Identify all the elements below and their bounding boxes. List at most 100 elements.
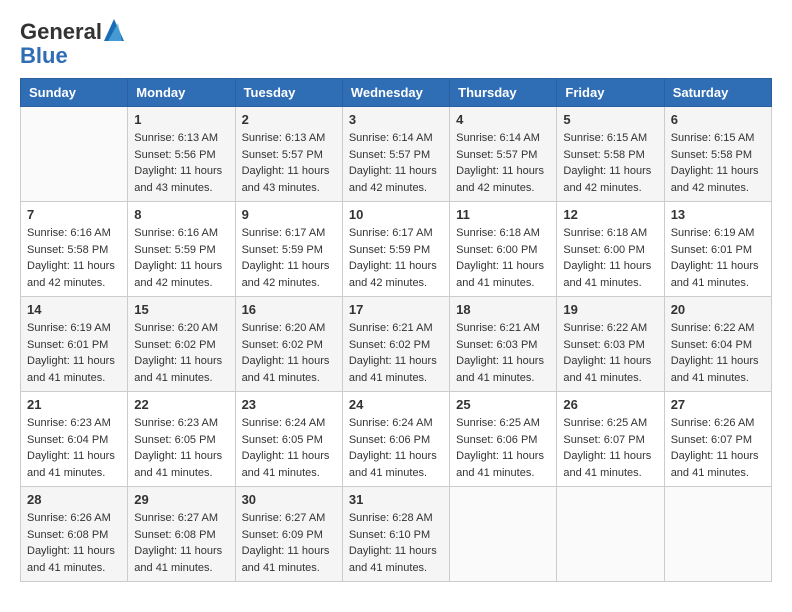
day-number: 25 bbox=[456, 397, 550, 412]
day-number: 23 bbox=[242, 397, 336, 412]
day-number: 14 bbox=[27, 302, 121, 317]
weekday-header-friday: Friday bbox=[557, 79, 664, 107]
day-info: Sunrise: 6:15 AM Sunset: 5:58 PM Dayligh… bbox=[563, 130, 657, 196]
calendar-cell: 28 Sunrise: 6:26 AM Sunset: 6:08 PM Dayli… bbox=[21, 487, 128, 582]
calendar-cell: 11 Sunrise: 6:18 AM Sunset: 6:00 PM Dayli… bbox=[450, 202, 557, 297]
day-info: Sunrise: 6:18 AM Sunset: 6:00 PM Dayligh… bbox=[456, 225, 550, 291]
page-header: General Blue bbox=[20, 20, 772, 68]
day-number: 22 bbox=[134, 397, 228, 412]
day-number: 18 bbox=[456, 302, 550, 317]
day-number: 19 bbox=[563, 302, 657, 317]
day-number: 4 bbox=[456, 112, 550, 127]
calendar-cell bbox=[557, 487, 664, 582]
day-info: Sunrise: 6:26 AM Sunset: 6:07 PM Dayligh… bbox=[671, 415, 765, 481]
day-number: 28 bbox=[27, 492, 121, 507]
week-row-4: 21 Sunrise: 6:23 AM Sunset: 6:04 PM Dayli… bbox=[21, 392, 772, 487]
calendar-cell: 26 Sunrise: 6:25 AM Sunset: 6:07 PM Dayli… bbox=[557, 392, 664, 487]
day-info: Sunrise: 6:16 AM Sunset: 5:58 PM Dayligh… bbox=[27, 225, 121, 291]
calendar-cell: 31 Sunrise: 6:28 AM Sunset: 6:10 PM Dayli… bbox=[342, 487, 449, 582]
day-number: 27 bbox=[671, 397, 765, 412]
calendar-cell: 16Sunrise: 6:20 AM Sunset: 6:02 PM Dayli… bbox=[235, 297, 342, 392]
day-number: 26 bbox=[563, 397, 657, 412]
calendar-cell: 22 Sunrise: 6:23 AM Sunset: 6:05 PM Dayli… bbox=[128, 392, 235, 487]
day-number: 3 bbox=[349, 112, 443, 127]
calendar-cell: 12Sunrise: 6:18 AM Sunset: 6:00 PM Dayli… bbox=[557, 202, 664, 297]
day-info: Sunrise: 6:22 AM Sunset: 6:03 PM Dayligh… bbox=[563, 320, 657, 386]
calendar-cell: 23 Sunrise: 6:24 AM Sunset: 6:05 PM Dayli… bbox=[235, 392, 342, 487]
day-number: 8 bbox=[134, 207, 228, 222]
calendar-cell: 14 Sunrise: 6:19 AM Sunset: 6:01 PM Dayli… bbox=[21, 297, 128, 392]
weekday-header-saturday: Saturday bbox=[664, 79, 771, 107]
calendar-cell: 30 Sunrise: 6:27 AM Sunset: 6:09 PM Dayli… bbox=[235, 487, 342, 582]
logo-blue: Blue bbox=[20, 43, 68, 68]
day-number: 9 bbox=[242, 207, 336, 222]
day-number: 30 bbox=[242, 492, 336, 507]
week-row-5: 28 Sunrise: 6:26 AM Sunset: 6:08 PM Dayli… bbox=[21, 487, 772, 582]
day-info: Sunrise: 6:20 AM Sunset: 6:02 PM Dayligh… bbox=[134, 320, 228, 386]
day-number: 20 bbox=[671, 302, 765, 317]
calendar-cell: 5 Sunrise: 6:15 AM Sunset: 5:58 PM Daylig… bbox=[557, 107, 664, 202]
calendar-cell: 2 Sunrise: 6:13 AM Sunset: 5:57 PM Daylig… bbox=[235, 107, 342, 202]
header-row: SundayMondayTuesdayWednesdayThursdayFrid… bbox=[21, 79, 772, 107]
day-info: Sunrise: 6:25 AM Sunset: 6:06 PM Dayligh… bbox=[456, 415, 550, 481]
day-info: Sunrise: 6:24 AM Sunset: 6:05 PM Dayligh… bbox=[242, 415, 336, 481]
day-info: Sunrise: 6:23 AM Sunset: 6:05 PM Dayligh… bbox=[134, 415, 228, 481]
weekday-header-monday: Monday bbox=[128, 79, 235, 107]
day-number: 15 bbox=[134, 302, 228, 317]
calendar-cell: 13Sunrise: 6:19 AM Sunset: 6:01 PM Dayli… bbox=[664, 202, 771, 297]
calendar-cell bbox=[450, 487, 557, 582]
day-info: Sunrise: 6:26 AM Sunset: 6:08 PM Dayligh… bbox=[27, 510, 121, 576]
calendar-cell: 20 Sunrise: 6:22 AM Sunset: 6:04 PM Dayli… bbox=[664, 297, 771, 392]
day-info: Sunrise: 6:14 AM Sunset: 5:57 PM Dayligh… bbox=[349, 130, 443, 196]
day-info: Sunrise: 6:19 AM Sunset: 6:01 PM Dayligh… bbox=[27, 320, 121, 386]
weekday-header-sunday: Sunday bbox=[21, 79, 128, 107]
day-number: 12 bbox=[563, 207, 657, 222]
day-info: Sunrise: 6:25 AM Sunset: 6:07 PM Dayligh… bbox=[563, 415, 657, 481]
logo: General Blue bbox=[20, 20, 124, 68]
day-info: Sunrise: 6:16 AM Sunset: 5:59 PM Dayligh… bbox=[134, 225, 228, 291]
day-info: Sunrise: 6:13 AM Sunset: 5:57 PM Dayligh… bbox=[242, 130, 336, 196]
week-row-2: 7 Sunrise: 6:16 AM Sunset: 5:58 PM Daylig… bbox=[21, 202, 772, 297]
day-info: Sunrise: 6:23 AM Sunset: 6:04 PM Dayligh… bbox=[27, 415, 121, 481]
calendar-table: SundayMondayTuesdayWednesdayThursdayFrid… bbox=[20, 78, 772, 582]
day-info: Sunrise: 6:28 AM Sunset: 6:10 PM Dayligh… bbox=[349, 510, 443, 576]
calendar-cell: 27 Sunrise: 6:26 AM Sunset: 6:07 PM Dayli… bbox=[664, 392, 771, 487]
calendar-cell: 19 Sunrise: 6:22 AM Sunset: 6:03 PM Dayli… bbox=[557, 297, 664, 392]
calendar-cell bbox=[21, 107, 128, 202]
day-info: Sunrise: 6:21 AM Sunset: 6:03 PM Dayligh… bbox=[456, 320, 550, 386]
calendar-cell bbox=[664, 487, 771, 582]
calendar-cell: 10 Sunrise: 6:17 AM Sunset: 5:59 PM Dayli… bbox=[342, 202, 449, 297]
week-row-3: 14 Sunrise: 6:19 AM Sunset: 6:01 PM Dayli… bbox=[21, 297, 772, 392]
calendar-cell: 15 Sunrise: 6:20 AM Sunset: 6:02 PM Dayli… bbox=[128, 297, 235, 392]
day-info: Sunrise: 6:17 AM Sunset: 5:59 PM Dayligh… bbox=[242, 225, 336, 291]
calendar-cell: 17Sunrise: 6:21 AM Sunset: 6:02 PM Dayli… bbox=[342, 297, 449, 392]
day-number: 31 bbox=[349, 492, 443, 507]
calendar-cell: 3 Sunrise: 6:14 AM Sunset: 5:57 PM Daylig… bbox=[342, 107, 449, 202]
day-number: 17 bbox=[349, 302, 443, 317]
logo-general: General bbox=[20, 20, 102, 44]
day-number: 21 bbox=[27, 397, 121, 412]
day-info: Sunrise: 6:14 AM Sunset: 5:57 PM Dayligh… bbox=[456, 130, 550, 196]
calendar-cell: 9 Sunrise: 6:17 AM Sunset: 5:59 PM Daylig… bbox=[235, 202, 342, 297]
day-info: Sunrise: 6:27 AM Sunset: 6:09 PM Dayligh… bbox=[242, 510, 336, 576]
day-info: Sunrise: 6:15 AM Sunset: 5:58 PM Dayligh… bbox=[671, 130, 765, 196]
day-number: 10 bbox=[349, 207, 443, 222]
day-number: 11 bbox=[456, 207, 550, 222]
weekday-header-thursday: Thursday bbox=[450, 79, 557, 107]
day-info: Sunrise: 6:13 AM Sunset: 5:56 PM Dayligh… bbox=[134, 130, 228, 196]
calendar-cell: 29Sunrise: 6:27 AM Sunset: 6:08 PM Dayli… bbox=[128, 487, 235, 582]
calendar-cell: 7 Sunrise: 6:16 AM Sunset: 5:58 PM Daylig… bbox=[21, 202, 128, 297]
day-number: 1 bbox=[134, 112, 228, 127]
logo-icon bbox=[104, 19, 124, 41]
day-info: Sunrise: 6:20 AM Sunset: 6:02 PM Dayligh… bbox=[242, 320, 336, 386]
day-info: Sunrise: 6:17 AM Sunset: 5:59 PM Dayligh… bbox=[349, 225, 443, 291]
day-info: Sunrise: 6:22 AM Sunset: 6:04 PM Dayligh… bbox=[671, 320, 765, 386]
calendar-cell: 21 Sunrise: 6:23 AM Sunset: 6:04 PM Dayli… bbox=[21, 392, 128, 487]
day-number: 2 bbox=[242, 112, 336, 127]
week-row-1: 1 Sunrise: 6:13 AM Sunset: 5:56 PM Daylig… bbox=[21, 107, 772, 202]
day-info: Sunrise: 6:19 AM Sunset: 6:01 PM Dayligh… bbox=[671, 225, 765, 291]
calendar-cell: 25 Sunrise: 6:25 AM Sunset: 6:06 PM Dayli… bbox=[450, 392, 557, 487]
day-number: 7 bbox=[27, 207, 121, 222]
day-number: 5 bbox=[563, 112, 657, 127]
calendar-cell: 1 Sunrise: 6:13 AM Sunset: 5:56 PM Daylig… bbox=[128, 107, 235, 202]
